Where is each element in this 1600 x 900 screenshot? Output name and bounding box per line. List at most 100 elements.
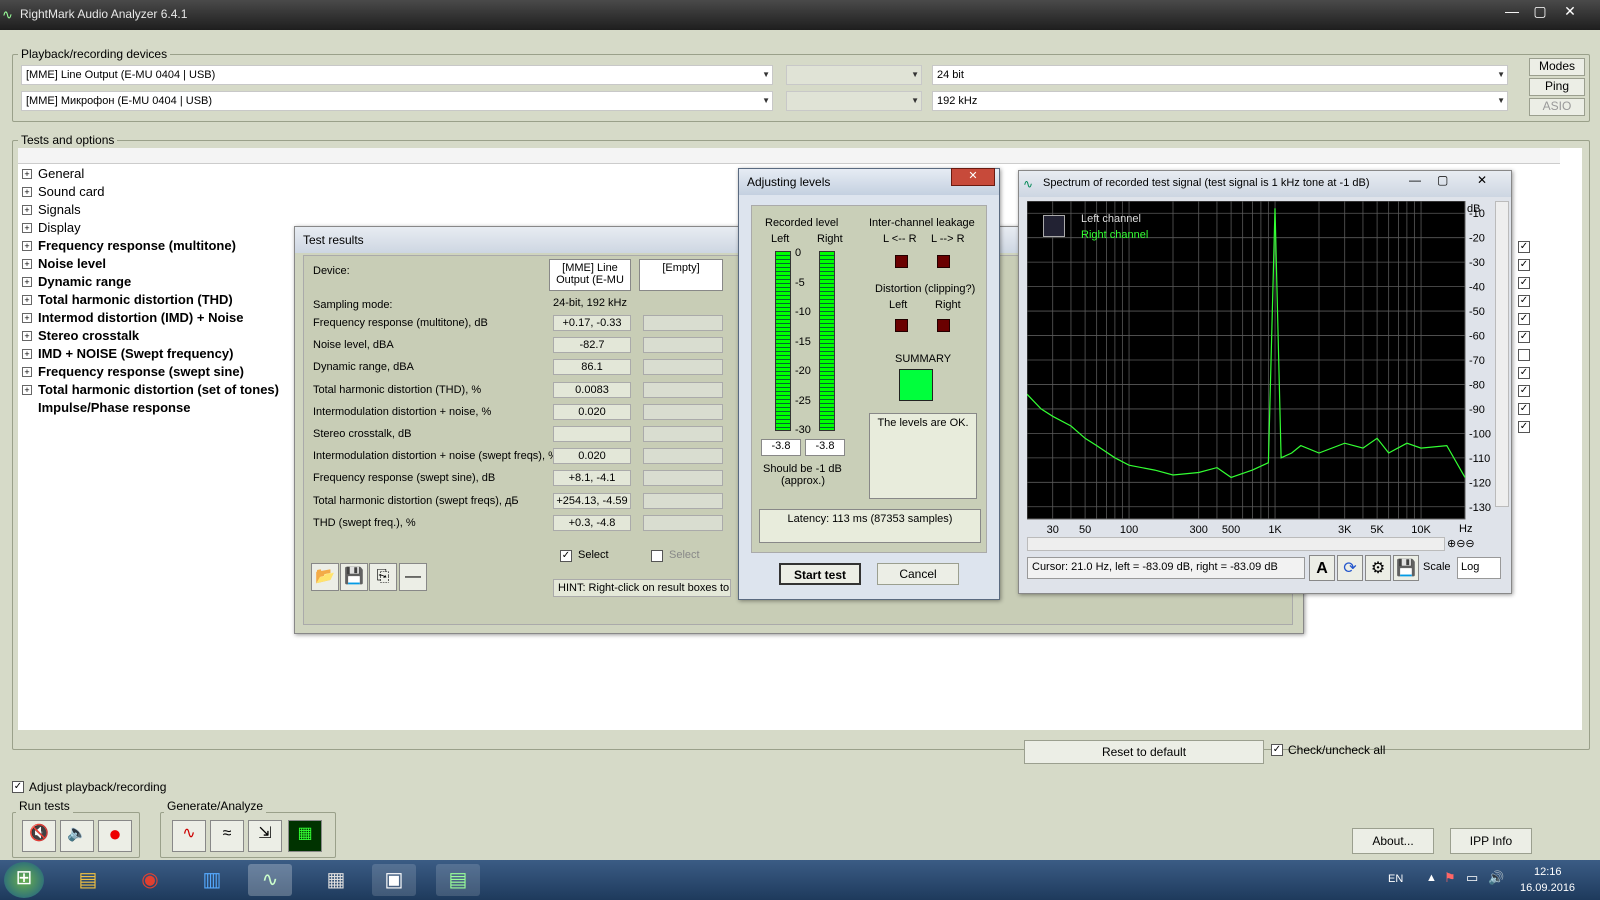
network-icon[interactable]: ▭	[1466, 870, 1478, 886]
generate-signal-icon[interactable]: ∿	[172, 820, 206, 852]
test-enable-checkbox[interactable]: ✓	[1518, 367, 1530, 379]
test-enable-checkbox[interactable]: ✓	[1518, 421, 1530, 433]
test-enable-checkbox[interactable]: ✓	[1518, 295, 1530, 307]
levels-close-button[interactable]: ✕	[951, 168, 995, 186]
expand-icon[interactable]: +	[22, 169, 32, 179]
expand-icon[interactable]: +	[22, 205, 32, 215]
channel-select-1[interactable]: ▼	[786, 65, 922, 85]
refresh-icon[interactable]: ⟳	[1337, 555, 1363, 581]
result-value[interactable]: 0.020	[553, 403, 631, 420]
expand-icon[interactable]: +	[22, 187, 32, 197]
remove-icon[interactable]: —	[399, 563, 427, 591]
expand-icon[interactable]: +	[22, 331, 32, 341]
spectrum-view-icon[interactable]: ▦	[288, 820, 322, 852]
calculator-icon[interactable]: ▦	[314, 864, 358, 896]
zoom-icon[interactable]: ⊕⊖⊖	[1447, 537, 1503, 550]
tree-item[interactable]: Impulse/Phase response	[22, 400, 190, 418]
chrome-icon[interactable]: ◉	[128, 864, 172, 896]
tree-item[interactable]: + Dynamic range	[22, 274, 131, 292]
record-icon[interactable]: ●	[98, 820, 132, 852]
analyze-wave-icon[interactable]: ≈	[210, 820, 244, 852]
result-value-empty[interactable]	[643, 359, 723, 376]
select-checkbox-2[interactable]	[651, 550, 663, 562]
language-indicator[interactable]: EN	[1388, 873, 1403, 885]
result-value[interactable]: +0.3, -4.8	[553, 514, 631, 531]
device-column-1[interactable]: [MME] Line Output (E-MU	[549, 259, 631, 291]
spectrum-save-icon[interactable]: 💾	[1393, 555, 1419, 581]
close-button[interactable]: ✕	[1556, 0, 1584, 22]
bit-depth-select[interactable]: 24 bit ▼	[932, 65, 1508, 85]
tree-item[interactable]: + Display	[22, 220, 81, 238]
test-enable-checkbox[interactable]: ✓	[1518, 331, 1530, 343]
copy-icon[interactable]: ⎘	[369, 563, 397, 591]
result-value-empty[interactable]	[643, 448, 723, 465]
app-icon-1[interactable]: ▥	[190, 864, 234, 896]
maximize-button[interactable]: ▢	[1526, 0, 1554, 22]
channel-select-2[interactable]: ▼	[786, 91, 922, 111]
app-icon-3[interactable]: ▤	[436, 864, 480, 896]
run-speaker-icon[interactable]: 🔈	[60, 820, 94, 852]
tree-item[interactable]: + Frequency response (multitone)	[22, 238, 236, 256]
expand-icon[interactable]	[22, 401, 32, 411]
reset-default-button[interactable]: Reset to default	[1024, 740, 1264, 764]
adjust-checkbox[interactable]: ✓	[12, 781, 24, 793]
sample-rate-select[interactable]: 192 kHz ▼	[932, 91, 1508, 111]
tree-item[interactable]: + Total harmonic distortion (set of tones…	[22, 382, 279, 400]
result-value-empty[interactable]	[643, 492, 723, 509]
font-icon[interactable]: A	[1309, 555, 1335, 581]
test-enable-checkbox[interactable]: ✓	[1518, 313, 1530, 325]
expand-icon[interactable]: +	[22, 313, 32, 323]
test-enable-checkbox[interactable]: ✓	[1518, 259, 1530, 271]
grid-toggle-icon[interactable]	[1043, 215, 1065, 237]
test-enable-checkbox[interactable]: ✓	[1518, 241, 1530, 253]
result-value[interactable]: +8.1, -4.1	[553, 470, 631, 487]
spectrum-min-button[interactable]: —	[1409, 173, 1421, 187]
result-value-empty[interactable]	[643, 337, 723, 354]
about-button[interactable]: About...	[1352, 828, 1434, 854]
result-value[interactable]: +0.17, -0.33	[553, 315, 631, 331]
recording-device-select[interactable]: [MME] Микрофон (E-MU 0404 | USB) ▼	[21, 91, 773, 111]
test-enable-checkbox[interactable]: ✓	[1518, 277, 1530, 289]
result-value-empty[interactable]	[643, 426, 723, 442]
expand-icon[interactable]: +	[22, 385, 32, 395]
result-value[interactable]: -82.7	[553, 337, 631, 354]
modes-button[interactable]: Modes	[1529, 58, 1585, 76]
result-value-empty[interactable]	[643, 381, 723, 398]
flag-icon[interactable]: ⚑	[1444, 870, 1456, 886]
check-all-checkbox[interactable]: ✓	[1271, 744, 1283, 756]
tree-item[interactable]: + IMD + NOISE (Swept frequency)	[22, 346, 233, 364]
result-value[interactable]: +254.13, -4.59	[553, 492, 631, 509]
tree-item[interactable]: + Stereo crosstalk	[22, 328, 139, 346]
result-value[interactable]: 86.1	[553, 359, 631, 376]
cancel-button[interactable]: Cancel	[877, 563, 959, 585]
select-checkbox-1[interactable]: ✓	[560, 550, 572, 562]
expand-icon[interactable]: +	[22, 367, 32, 377]
test-enable-checkbox[interactable]	[1518, 349, 1530, 361]
spectrum-vscroll[interactable]	[1495, 201, 1509, 507]
save-icon[interactable]: 💾	[340, 563, 368, 591]
spectrum-chart[interactable]: -10-20-30-40-50-60-70-80-90-100-110-120-…	[1027, 201, 1507, 539]
result-value[interactable]: 0.020	[553, 448, 631, 465]
tree-item[interactable]: + Signals	[22, 202, 81, 220]
spectrum-hscroll[interactable]	[1027, 537, 1445, 551]
result-value-empty[interactable]	[643, 315, 723, 331]
tree-item[interactable]: + Intermod distortion (IMD) + Noise	[22, 310, 243, 328]
export-icon[interactable]: ⇲	[248, 820, 282, 852]
minimize-button[interactable]: —	[1498, 0, 1526, 22]
spectrum-close-button[interactable]: ✕	[1477, 173, 1487, 187]
tray-arrow-icon[interactable]: ▲	[1426, 872, 1437, 884]
expand-icon[interactable]: +	[22, 259, 32, 269]
result-value-empty[interactable]	[643, 514, 723, 531]
start-button[interactable]: ⊞	[4, 862, 44, 898]
spectrum-max-button[interactable]: ▢	[1437, 173, 1448, 187]
expand-icon[interactable]: +	[22, 223, 32, 233]
result-value[interactable]	[553, 426, 631, 442]
volume-icon[interactable]: 🔊	[1488, 870, 1504, 886]
result-value[interactable]: 0.0083	[553, 381, 631, 398]
tree-item[interactable]: + Sound card	[22, 184, 105, 202]
settings-icon[interactable]: ⚙	[1365, 555, 1391, 581]
device-column-2[interactable]: [Empty]	[639, 259, 723, 291]
ping-button[interactable]: Ping	[1529, 78, 1585, 96]
scale-select[interactable]: Log	[1457, 557, 1501, 579]
tree-item[interactable]: + Noise level	[22, 256, 106, 274]
